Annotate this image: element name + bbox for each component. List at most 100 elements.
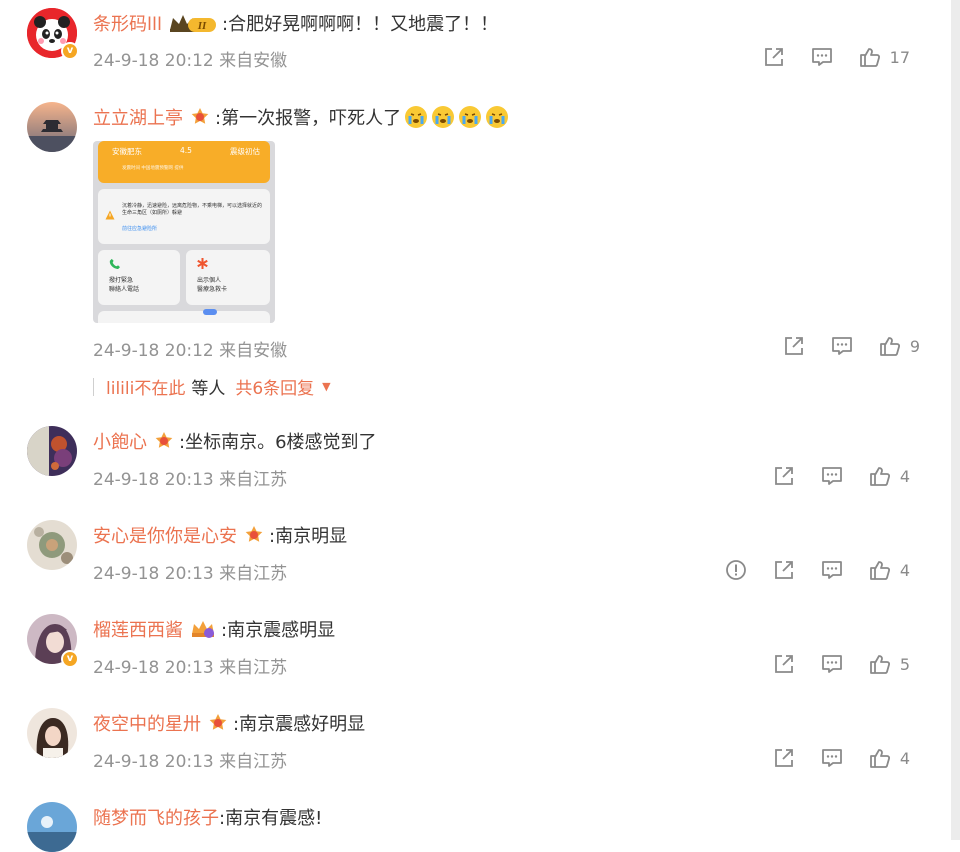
like-icon [879,337,900,356]
crying-emoji-icon [485,105,509,129]
comment-item: 随梦而飞的孩子 :南京有震感! [0,802,950,852]
share-icon [784,337,803,355]
call-card-text: 撥打緊急 聯絡人電話 [109,277,140,293]
scrollbar[interactable] [951,0,960,840]
like-button[interactable]: 17 [859,46,910,68]
share-button[interactable] [783,335,805,357]
fan-badge-icon [153,430,175,452]
comment-button[interactable] [821,653,843,675]
warning-link: 前往应急避险所 [122,226,158,232]
comment-meta: 24-9-18 20:13 来自江苏 [93,658,288,678]
sky-avatar-icon [27,802,77,852]
comment-meta: 24-9-18 20:13 来自江苏 [93,564,288,584]
share-icon [774,749,793,767]
alert-subline: 发震时间 中国地震预警网 提供 [122,166,184,171]
share-button[interactable] [773,559,795,581]
like-count: 4 [899,560,910,580]
crying-emoji-icon [458,105,482,129]
comment-icon [811,48,832,66]
comment-meta: 24-9-18 20:12 来自安徽 [93,51,288,71]
crying-emoji-icon [404,105,428,129]
comment-button[interactable] [831,335,853,357]
phone-icon [109,258,120,269]
comment-text: :合肥好晃啊啊啊！！又地震了！！ [222,14,499,35]
like-button[interactable]: 9 [879,335,920,357]
comment-username[interactable]: 随梦而飞的孩子 [93,804,219,830]
verified-badge-icon: v [61,42,79,60]
replies-total[interactable]: 共6条回复 [235,374,314,399]
like-count: 17 [889,47,910,67]
like-count: 9 [909,336,920,356]
comment-username[interactable]: 安心是你你是心安 [93,522,237,548]
comment-username[interactable]: 小飽心 [93,428,147,454]
replies-etc: 等人 [191,379,226,399]
comment-username[interactable]: 条形码lll [93,10,162,36]
alert-warning-card: 沉着冷静，迅速避险，远离危险物，不乘电梯，可以选择就近的生命三角区（如厕所）躲避… [98,189,270,244]
like-count: 4 [899,466,910,486]
avatar[interactable] [27,708,77,758]
comment-username[interactable]: 夜空中的星卅 [93,710,201,736]
share-icon [774,467,793,485]
share-icon [774,655,793,673]
comment-item: 小飽心 :坐标南京。6楼感觉到了 24-9-18 20:13 来自江苏 4 [0,426,950,506]
caret-down-icon[interactable]: ▼ [322,380,330,393]
avatar[interactable] [27,102,77,152]
warning-text: 沉着冷静，迅速避险，远离危险物，不乘电梯，可以选择就近的生命三角区（如厕所）躲避 [122,203,263,216]
comment-text: :南京明显 [269,526,348,547]
like-count: 5 [899,654,910,674]
replies-divider [93,377,94,396]
fan-badge-icon [207,712,229,734]
comment-text: :南京震感好明显 [233,714,366,735]
like-button[interactable]: 4 [869,559,910,581]
comment-meta: 24-9-18 20:13 来自江苏 [93,752,288,772]
pavilion-photo-avatar-icon [27,102,77,152]
warning-icon [105,210,115,220]
share-button[interactable] [773,465,795,487]
comment-button[interactable] [821,465,843,487]
share-button[interactable] [773,747,795,769]
alert-location: 安徽肥东 [112,147,142,156]
comment-icon [821,467,842,485]
replies-link[interactable]: lilili不在此 等人 共6条回复 ▼ [93,374,331,399]
like-button[interactable]: 4 [869,465,910,487]
report-icon [725,560,746,580]
avatar[interactable] [27,520,77,570]
share-icon [764,48,783,66]
like-icon [869,749,890,768]
reply-username[interactable]: lilili不在此 [106,374,185,399]
avatar[interactable] [27,426,77,476]
like-count: 4 [899,748,910,768]
comment-icon [821,655,842,673]
comment-text: :南京震感明显 [221,620,336,641]
comment-item: 安心是你你是心安 :南京明显 24-9-18 20:13 来自江苏 4 [0,520,950,600]
girl-photo-avatar-icon [27,708,77,758]
comment-item: v 条形码lll II :合肥好晃啊啊啊！！又地震了！！ 24-9-18 20:… [0,8,950,88]
report-button[interactable] [725,559,747,581]
comment-item: v 榴莲西西酱 :南京震感明显 24-9-18 20:13 来自江苏 5 [0,614,950,694]
share-button[interactable] [773,653,795,675]
comment-username[interactable]: 立立湖上亭 [93,104,183,130]
comment-username[interactable]: 榴莲西西酱 [93,616,183,642]
comment-button[interactable] [811,46,833,68]
alert-label: 震级初估 [230,147,260,156]
comment-meta: 24-9-18 20:12 来自安徽 [93,341,288,361]
flower-avatar-icon [27,520,77,570]
asterisk-icon [197,258,208,269]
like-button[interactable]: 4 [869,747,910,769]
crown-vip-icon: II [168,12,218,34]
like-icon [869,467,890,486]
comment-image[interactable]: 安徽肥东 4.5 震级初估 发震时间 中国地震预警网 提供 沉着冷静，迅速避险，… [93,141,275,323]
share-button[interactable] [763,46,785,68]
alert-medical-card: 出示個人 醫療急救卡 [186,250,270,305]
like-button[interactable]: 5 [869,653,910,675]
alert-header: 安徽肥东 4.5 震级初估 发震时间 中国地震预警网 提供 [98,141,270,183]
verified-badge-icon: v [61,650,79,668]
comment-icon [821,749,842,767]
comment-text: :第一次报警，吓死人了 [215,108,402,129]
avatar[interactable] [27,802,77,852]
comment-button[interactable] [821,559,843,581]
comment-text: :南京有震感! [219,808,323,829]
comment-button[interactable] [821,747,843,769]
comment-text: :坐标南京。6楼感觉到了 [179,432,377,453]
like-icon [869,561,890,580]
